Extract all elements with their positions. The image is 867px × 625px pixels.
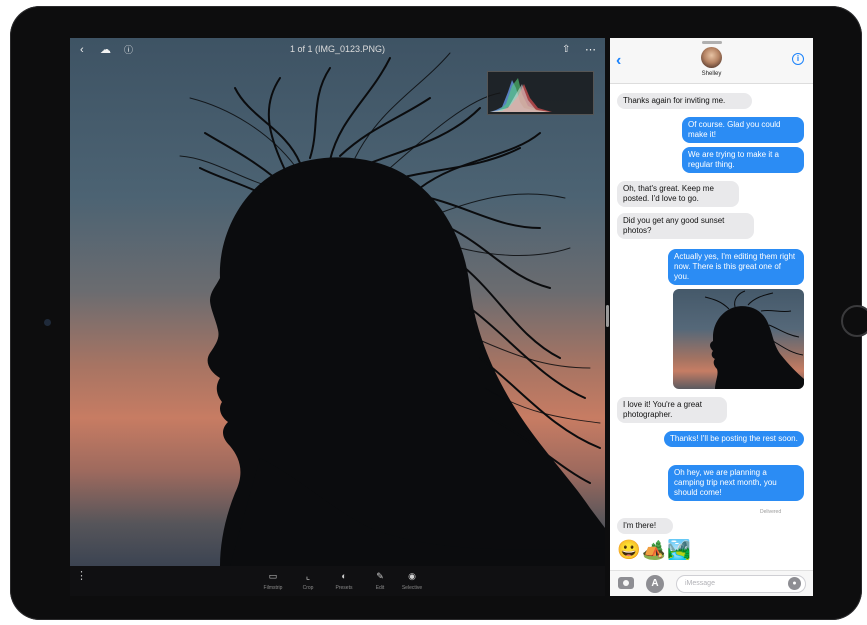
message-bubble-outgoing: Thanks! I'll be posting the rest soon. [664,431,804,447]
national-park-emoji: 🏞️ [667,540,691,561]
contact-name: Shelley [701,71,722,77]
tool-presets[interactable]: ◐ Presets [324,570,364,591]
home-button[interactable] [841,305,867,337]
silhouette-image [179,52,605,566]
tool-selective[interactable]: ◉ Selective [392,570,432,591]
delivered-status: Delivered [760,509,782,515]
pane-grabber[interactable] [702,41,722,44]
imessage-input[interactable]: iMessage [676,575,806,593]
message-bubble-incoming: Thanks again for inviting me. [617,93,752,109]
share-icon[interactable]: ⇧ [562,43,570,57]
histogram-panel [487,71,594,115]
message-bubble-incoming: Oh, that's great. Keep me posted. I'd lo… [617,181,739,207]
message-bubble-outgoing: Actually yes, I'm editing them right now… [668,249,804,285]
tool-crop[interactable]: ⌞ Crop [288,570,328,591]
split-view-divider[interactable] [606,305,609,327]
shared-silhouette-image [704,290,804,389]
front-camera [44,319,51,326]
back-chevron-icon[interactable]: ‹ [616,52,621,70]
emoji-message: 😀 🏕️ 🏞️ [617,540,691,564]
camping-emoji: 🏕️ [642,540,666,561]
message-bubble-incoming: Did you get any good sunset photos? [617,213,754,239]
editor-title: 1 of 1 (IMG_0123.PNG) [289,44,386,54]
histogram-graph [490,78,552,112]
app-store-icon[interactable]: A [646,575,664,593]
filmstrip-icon: ▭ [268,571,278,581]
shared-photo[interactable] [673,289,804,389]
message-bubble-outgoing: We are trying to make it a regular thing… [682,147,804,173]
more-icon[interactable]: ⋯ [585,43,596,57]
crop-icon: ⌞ [305,571,311,581]
message-bubble-incoming: I'm there! [617,518,673,534]
message-bubble-outgoing: Oh hey, we are planning a camping trip n… [668,465,804,501]
selective-icon: ◉ [408,571,416,581]
messages-pane: ‹ Shelley i Thanks again for inviting me… [610,38,813,596]
main-photo[interactable] [70,38,605,566]
avatar[interactable] [701,47,722,68]
tool-filmstrip[interactable]: ▭ Filmstrip [253,570,293,591]
microphone-icon[interactable]: ● [788,577,801,590]
editor-top-bar: ‹ ☁ ⓘ 1 of 1 (IMG_0123.PNG) ⇧ ⋯ [70,38,605,62]
presets-icon: ◐ [341,571,347,581]
grinning-face-emoji: 😀 [617,540,641,561]
menu-dots-icon[interactable]: ⋮ [76,571,87,582]
message-bubble-outgoing: Of course. Glad you could make it! [682,117,804,143]
editor-bottom-toolbar: ⋮ ▭ Filmstrip ⌞ Crop ◐ Presets ✎ Edit ◉ … [70,566,605,596]
message-bubble-incoming: I love it! You're a great photographer. [617,397,727,423]
camera-icon[interactable] [618,577,634,589]
photo-editor-pane: ‹ ☁ ⓘ 1 of 1 (IMG_0123.PNG) ⇧ ⋯ ⋮ ▭ Film… [70,38,605,596]
info-icon[interactable]: i [792,53,804,65]
message-input-bar: A iMessage ● [610,570,813,596]
conversation-header: ‹ Shelley i [610,38,813,84]
